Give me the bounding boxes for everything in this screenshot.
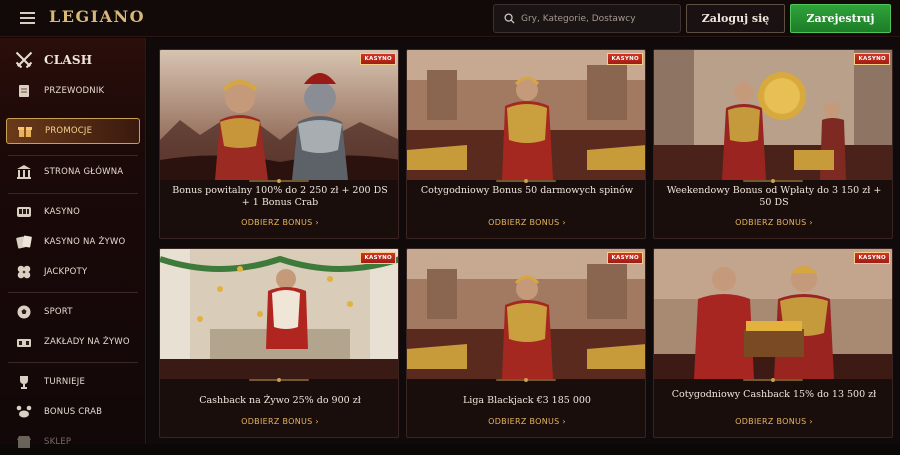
menu-icon[interactable] bbox=[20, 12, 35, 24]
claim-bonus-link[interactable]: ODBIERZ BONUS › bbox=[654, 218, 892, 227]
search-icon bbox=[504, 13, 515, 24]
promo-title: Bonus powitalny 100% do 2 250 zł + 200 D… bbox=[172, 185, 388, 208]
sidebar-divider bbox=[8, 362, 138, 363]
logo[interactable]: LEGIANO bbox=[49, 7, 145, 26]
sidebar-item-label: ZAKŁADY NA ŻYWO bbox=[44, 337, 130, 347]
ornament-divider bbox=[496, 378, 556, 382]
sidebar-divider bbox=[8, 155, 138, 156]
chevron-right-icon: › bbox=[809, 218, 813, 227]
promo-image bbox=[407, 249, 645, 379]
promo-card[interactable]: KASYNO Liga Blackjack €3 185 000 ODBIERZ… bbox=[406, 248, 646, 438]
sidebar-item-tournaments[interactable]: TURNIEJE bbox=[0, 369, 146, 395]
promo-title: Weekendowy Bonus od Wpłaty do 3 150 zł +… bbox=[666, 185, 882, 208]
ornament-divider bbox=[743, 378, 803, 382]
claim-bonus-link[interactable]: ODBIERZ BONUS › bbox=[407, 417, 645, 426]
crossed-swords-icon bbox=[15, 51, 33, 69]
promo-title: Cotygodniowy Cashback 15% do 13 500 zł bbox=[671, 389, 877, 400]
temple-icon bbox=[17, 165, 31, 179]
sidebar-item-label: JACKPOTY bbox=[44, 267, 88, 277]
claim-bonus-link[interactable]: ODBIERZ BONUS › bbox=[654, 417, 892, 426]
promo-card[interactable]: KASYNO Cotygodniowy Cashback 15% do 13 5… bbox=[653, 248, 893, 438]
ornament-divider bbox=[249, 378, 309, 382]
sidebar-item-bonus-crab[interactable]: BONUS CRAB bbox=[0, 399, 146, 425]
sidebar-item-label: PROMOCJE bbox=[45, 126, 93, 136]
casino-badge: KASYNO bbox=[360, 53, 396, 65]
sidebar-item-casino[interactable]: KASYNO bbox=[0, 199, 146, 225]
casino-badge: KASYNO bbox=[854, 252, 890, 264]
promotions-grid: KASYNO Bonus powitalny 100% do 2 250 zł … bbox=[147, 38, 900, 444]
claim-bonus-link[interactable]: ODBIERZ BONUS › bbox=[160, 218, 398, 227]
trophy-icon bbox=[20, 376, 28, 389]
sidebar-divider bbox=[8, 193, 138, 194]
chevron-right-icon: › bbox=[562, 218, 566, 227]
chevron-right-icon: › bbox=[809, 417, 813, 426]
sidebar-item-label: SKLEP bbox=[44, 437, 72, 447]
live-betting-icon bbox=[17, 339, 31, 347]
sidebar-item-live-casino[interactable]: KASYNO NA ŻYWO bbox=[0, 229, 146, 255]
promo-image bbox=[160, 50, 398, 180]
sidebar-item-sport[interactable]: SPORT bbox=[0, 299, 146, 325]
ornament-divider bbox=[743, 179, 803, 183]
promo-card[interactable]: KASYNO Weekendowy Bonus od Wpłaty do 3 1… bbox=[653, 49, 893, 239]
sidebar-item-shop[interactable]: SKLEP bbox=[0, 429, 146, 455]
slot-machine-icon bbox=[17, 207, 31, 217]
sidebar-item-home[interactable]: STRONA GŁÓWNA bbox=[0, 159, 146, 185]
sidebar-item-label: KASYNO NA ŻYWO bbox=[44, 237, 126, 247]
sidebar-item-clash[interactable]: CLASH bbox=[0, 47, 146, 73]
promo-title: Liga Blackjack €3 185 000 bbox=[463, 395, 591, 406]
sidebar-divider bbox=[8, 292, 138, 293]
search-input[interactable] bbox=[521, 13, 676, 24]
playing-cards-icon bbox=[16, 235, 32, 249]
chevron-right-icon: › bbox=[562, 417, 566, 426]
promo-image bbox=[654, 249, 892, 379]
promo-image bbox=[654, 50, 892, 180]
sidebar: CLASH PRZEWODNIK PROMOCJE STRONA GŁÓWNA … bbox=[0, 38, 146, 448]
search-box[interactable] bbox=[493, 4, 681, 33]
promo-card[interactable]: KASYNO Cotygodniowy Bonus 50 darmowych s… bbox=[406, 49, 646, 239]
promo-image bbox=[160, 249, 398, 379]
scroll-icon bbox=[19, 85, 29, 97]
promo-image bbox=[407, 50, 645, 180]
sidebar-item-label: BONUS CRAB bbox=[44, 407, 103, 417]
soccer-ball-icon bbox=[17, 305, 31, 319]
clover-icon bbox=[17, 265, 31, 279]
ornament-divider bbox=[496, 179, 556, 183]
promo-title: Cotygodniowy Bonus 50 darmowych spinów bbox=[420, 185, 634, 196]
sidebar-item-promotions[interactable]: PROMOCJE bbox=[6, 118, 140, 144]
top-bar: LEGIANO Zaloguj się Zarejestruj bbox=[0, 0, 900, 37]
shop-icon bbox=[17, 436, 31, 448]
sidebar-item-live-betting[interactable]: ZAKŁADY NA ŻYWO bbox=[0, 329, 146, 355]
casino-badge: KASYNO bbox=[360, 252, 396, 264]
casino-badge: KASYNO bbox=[607, 252, 643, 264]
casino-badge: KASYNO bbox=[854, 53, 890, 65]
register-button[interactable]: Zarejestruj bbox=[790, 4, 891, 33]
sidebar-item-jackpots[interactable]: JACKPOTY bbox=[0, 259, 146, 285]
sidebar-item-label: SPORT bbox=[44, 307, 73, 317]
sidebar-item-label: TURNIEJE bbox=[44, 377, 86, 387]
crab-icon bbox=[16, 405, 32, 418]
promo-card[interactable]: KASYNO Cashback na Żywo 25% do 900 zł OD… bbox=[159, 248, 399, 438]
promo-title: Cashback na Żywo 25% do 900 zł bbox=[199, 395, 361, 406]
chevron-right-icon: › bbox=[315, 218, 319, 227]
sidebar-item-guide[interactable]: PRZEWODNIK bbox=[0, 78, 146, 104]
casino-badge: KASYNO bbox=[607, 53, 643, 65]
sidebar-item-label: STRONA GŁÓWNA bbox=[44, 167, 124, 177]
sidebar-item-label: PRZEWODNIK bbox=[44, 86, 105, 96]
claim-bonus-link[interactable]: ODBIERZ BONUS › bbox=[407, 218, 645, 227]
gift-icon bbox=[18, 127, 32, 137]
claim-bonus-link[interactable]: ODBIERZ BONUS › bbox=[160, 417, 398, 426]
login-button[interactable]: Zaloguj się bbox=[686, 4, 785, 33]
chevron-right-icon: › bbox=[315, 417, 319, 426]
promo-card[interactable]: KASYNO Bonus powitalny 100% do 2 250 zł … bbox=[159, 49, 399, 239]
sidebar-item-label: CLASH bbox=[44, 53, 93, 67]
ornament-divider bbox=[249, 179, 309, 183]
sidebar-item-label: KASYNO bbox=[44, 207, 81, 217]
